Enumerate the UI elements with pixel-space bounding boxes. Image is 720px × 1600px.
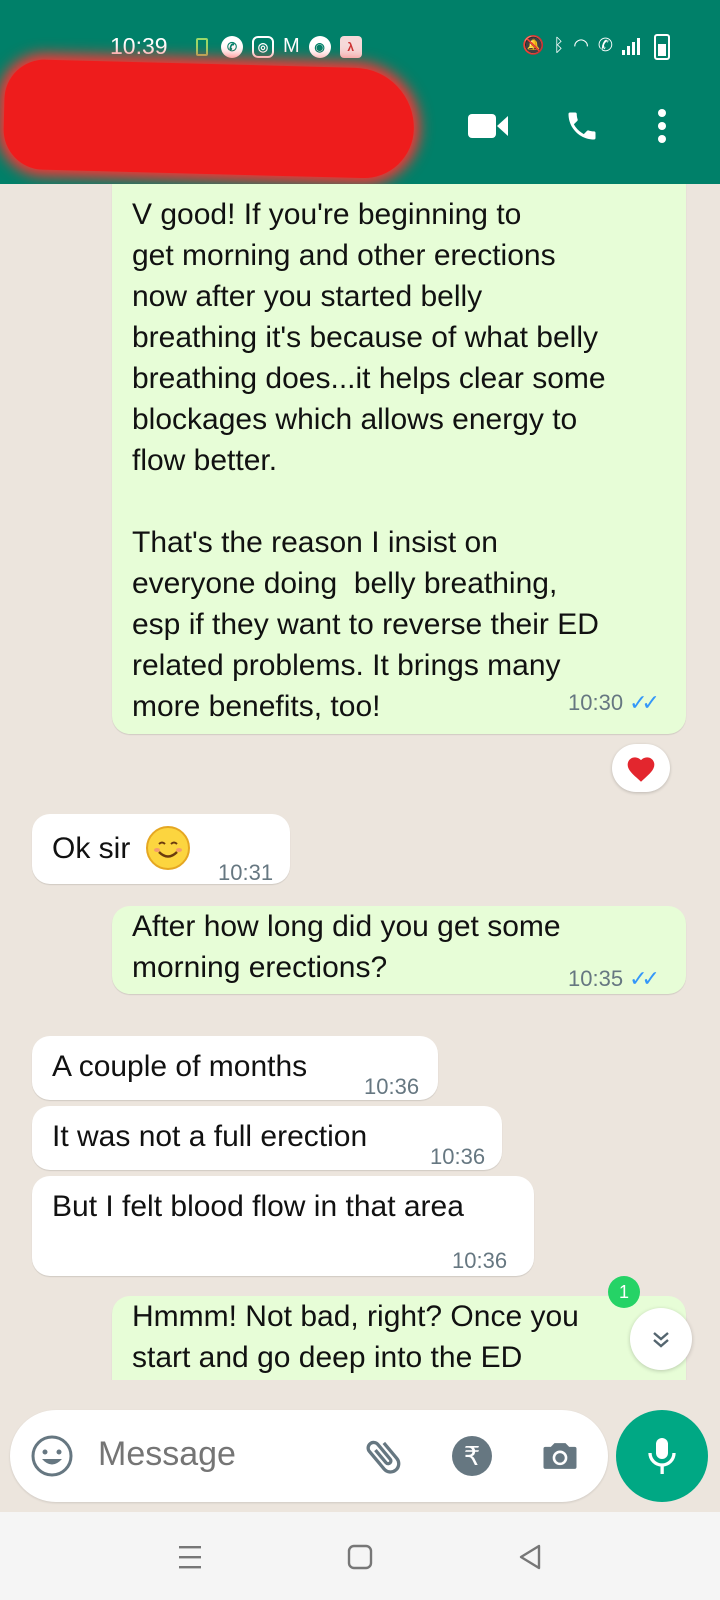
signal-icon xyxy=(622,37,640,55)
message-meta: 10:30 ✓✓ xyxy=(568,682,660,723)
video-call-button[interactable] xyxy=(466,104,510,148)
home-icon xyxy=(347,1544,373,1570)
scroll-to-bottom-button[interactable] xyxy=(630,1308,692,1370)
message-list[interactable]: V good! If you're beginning to get morni… xyxy=(0,184,720,1380)
message-incoming[interactable]: It was not a full erection 10:36 xyxy=(32,1106,502,1170)
more-vertical-icon xyxy=(658,109,666,143)
app-notification-icon: λ xyxy=(339,35,362,58)
mute-icon: 🔕 xyxy=(521,35,545,55)
chat-header: 10:39 ✆ ◎ M ◉ λ 🔕 ᛒ ◠ ✆ xyxy=(0,0,720,184)
payment-button[interactable]: ₹ xyxy=(452,1436,492,1476)
chrome-notification-icon: ◉ xyxy=(308,35,331,58)
camera-button[interactable] xyxy=(538,1434,582,1478)
system-icons: 🔕 ᛒ ◠ ✆ xyxy=(522,35,640,56)
wifi-icon: ◠ xyxy=(573,35,589,55)
back-icon xyxy=(519,1544,541,1570)
message-text: After how long did you get some morning … xyxy=(132,910,561,984)
voice-message-button[interactable] xyxy=(616,1410,708,1502)
message-outgoing[interactable]: V good! If you're beginning to get morni… xyxy=(112,184,686,734)
gmail-notification-icon: M xyxy=(283,35,300,57)
unread-count-badge: 1 xyxy=(608,1276,640,1308)
phone-icon xyxy=(568,112,596,140)
attach-button[interactable] xyxy=(362,1434,406,1478)
whatsapp-notification-icon: ✆ xyxy=(221,35,243,58)
recents-icon xyxy=(179,1546,201,1569)
message-meta: 10:35 ✓✓ xyxy=(568,958,660,999)
message-outgoing[interactable]: After how long did you get some morning … xyxy=(112,906,686,994)
message-time: 10:36 xyxy=(430,1144,486,1169)
wifi-call-icon: ✆ xyxy=(597,35,613,55)
message-composer: ₹ xyxy=(10,1410,608,1502)
camera-icon xyxy=(543,1443,577,1469)
message-incoming[interactable]: But I felt blood flow in that area 10:36 xyxy=(32,1176,534,1276)
emoji-icon xyxy=(31,1435,73,1477)
message-time: 10:31 xyxy=(218,860,274,885)
read-receipt-icon: ✓✓ xyxy=(629,690,660,715)
microphone-icon xyxy=(648,1438,676,1474)
instagram-notification-icon: ◎ xyxy=(252,35,274,58)
battery-icon xyxy=(654,34,670,60)
message-incoming[interactable]: A couple of months 10:36 xyxy=(32,1036,438,1100)
status-time: 10:39 xyxy=(110,33,168,59)
smiling-face-emoji-icon xyxy=(146,826,190,870)
recent-apps-button[interactable] xyxy=(170,1540,210,1574)
back-button[interactable] xyxy=(510,1540,550,1574)
message-time: 10:30 xyxy=(568,690,624,715)
message-text: But I felt blood flow in that area xyxy=(52,1190,464,1223)
message-text: V good! If you're beginning to get morni… xyxy=(132,198,606,723)
voice-call-button[interactable] xyxy=(560,104,604,148)
notification-icons: ✆ ◎ M ◉ λ xyxy=(196,35,362,58)
message-incoming[interactable]: Ok sir 10:31 xyxy=(32,814,290,885)
battery-saver-icon xyxy=(196,37,208,56)
paperclip-icon xyxy=(366,1440,401,1474)
message-time: 10:35 xyxy=(568,966,624,991)
message-time: 10:36 xyxy=(364,1074,420,1099)
message-text: Ok sir xyxy=(52,832,131,865)
message-text: Hmmm! Not bad, right? Once you start and… xyxy=(132,1300,579,1374)
emoji-button[interactable] xyxy=(30,1434,74,1478)
read-receipt-icon: ✓✓ xyxy=(629,966,660,991)
message-input[interactable] xyxy=(96,1434,340,1475)
heart-icon xyxy=(627,757,655,782)
message-time: 10:36 xyxy=(452,1248,508,1273)
home-button[interactable] xyxy=(340,1540,380,1574)
rupee-icon: ₹ xyxy=(463,1440,481,1471)
message-text: It was not a full erection xyxy=(52,1120,368,1153)
message-outgoing[interactable]: Hmmm! Not bad, right? Once you start and… xyxy=(112,1296,686,1380)
double-chevron-down-icon xyxy=(653,1332,669,1348)
bluetooth-icon: ᛒ xyxy=(553,35,565,55)
system-navigation-bar xyxy=(0,1512,720,1600)
heart-reaction[interactable] xyxy=(612,744,670,792)
redacted-contact-name xyxy=(2,58,416,180)
video-camera-icon xyxy=(468,114,508,138)
message-text: A couple of months xyxy=(52,1050,308,1083)
overflow-menu-button[interactable] xyxy=(640,104,684,148)
